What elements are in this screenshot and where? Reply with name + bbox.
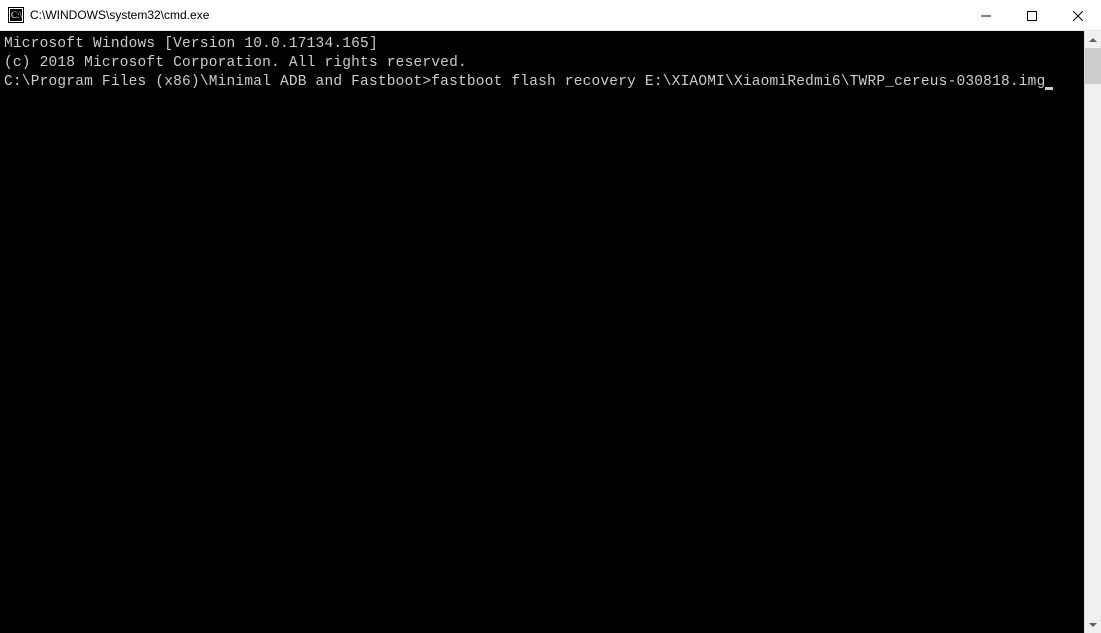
terminal-line: Microsoft Windows [Version 10.0.17134.16… <box>4 35 1084 54</box>
close-button[interactable] <box>1055 0 1101 31</box>
svg-text:C:\: C:\ <box>11 10 23 20</box>
window-controls <box>963 0 1101 30</box>
scroll-down-button[interactable] <box>1085 616 1101 633</box>
terminal-cursor <box>1045 87 1053 90</box>
minimize-button[interactable] <box>963 0 1009 31</box>
terminal-output[interactable]: Microsoft Windows [Version 10.0.17134.16… <box>0 31 1084 633</box>
terminal-prompt: C:\Program Files (x86)\Minimal ADB and F… <box>4 74 431 90</box>
maximize-button[interactable] <box>1009 0 1055 31</box>
titlebar[interactable]: C:\ C:\WINDOWS\system32\cmd.exe <box>0 0 1101 31</box>
scrollbar-track[interactable] <box>1085 48 1101 616</box>
terminal-prompt-line: C:\Program Files (x86)\Minimal ADB and F… <box>4 73 1084 92</box>
window-title: C:\WINDOWS\system32\cmd.exe <box>30 8 963 22</box>
terminal-command: fastboot flash recovery E:\XIAOMI\Xiaomi… <box>431 74 1045 90</box>
scrollbar-thumb[interactable] <box>1085 48 1101 84</box>
vertical-scrollbar[interactable] <box>1084 31 1101 633</box>
cmd-icon: C:\ <box>8 7 24 23</box>
terminal-line: (c) 2018 Microsoft Corporation. All righ… <box>4 54 1084 73</box>
scroll-up-button[interactable] <box>1085 31 1101 48</box>
content-wrap: Microsoft Windows [Version 10.0.17134.16… <box>0 31 1101 633</box>
